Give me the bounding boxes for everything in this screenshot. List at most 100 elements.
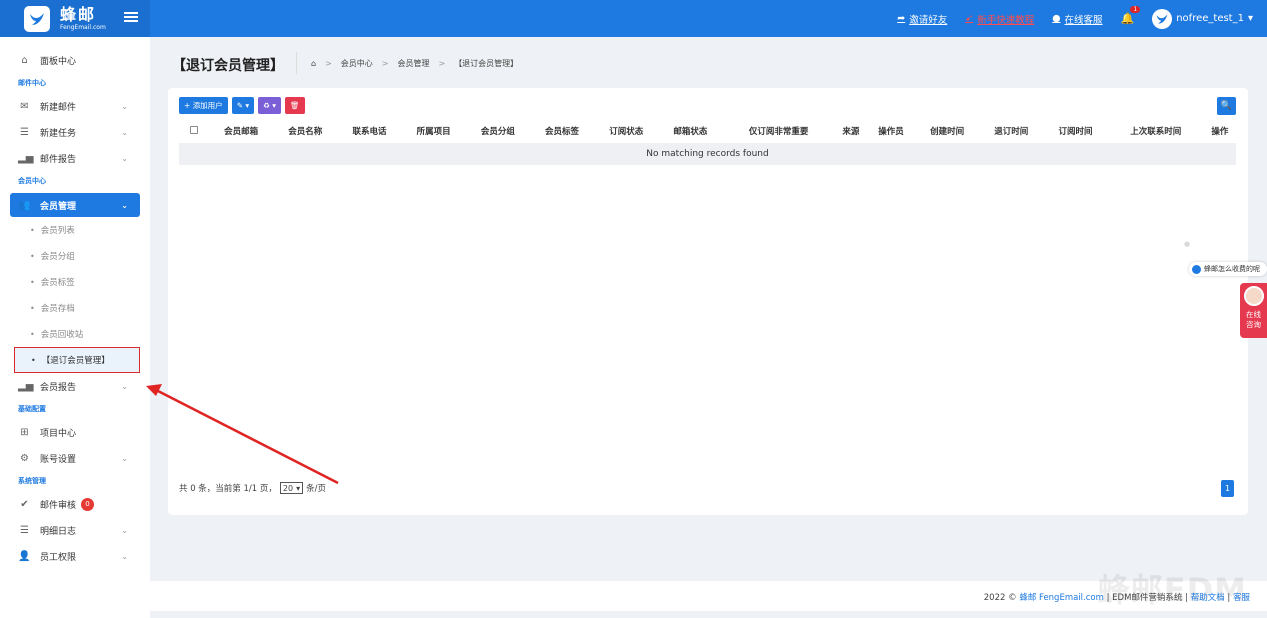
- user-menu[interactable]: nofree_test_1 ▾: [1152, 8, 1253, 29]
- search-button[interactable]: 🔍: [1217, 97, 1236, 115]
- menu-toggle-icon[interactable]: [124, 10, 138, 24]
- col-created-time[interactable]: 创建时间: [915, 119, 979, 143]
- home-icon[interactable]: ⌂: [311, 59, 316, 68]
- chevron-down-icon: ⌄: [121, 200, 128, 210]
- sidebar-item-new-task[interactable]: ☰ 新建任务 ⌄: [0, 119, 150, 145]
- search-icon: 🔍: [1220, 101, 1233, 111]
- col-last-contact[interactable]: 上次联系时间: [1108, 119, 1204, 143]
- sidebar-item-dashboard[interactable]: ⌂ 面板中心: [0, 47, 150, 73]
- footer: 蜂邮EDM 2022 © 蜂邮 FengEmail.com | EDM邮件营销系…: [150, 571, 1267, 611]
- chevron-down-icon: ⌄: [121, 525, 128, 535]
- agent-avatar: [1243, 286, 1264, 306]
- sidebar-sub-member-group[interactable]: • 会员分组: [0, 243, 150, 269]
- plus-icon: +: [184, 101, 191, 110]
- envelope-icon: ✉: [20, 100, 29, 112]
- online-consult-widget[interactable]: 在线咨询: [1240, 283, 1267, 338]
- bird-logo-icon: [24, 5, 50, 32]
- sidebar-item-member-manage[interactable]: 👥 会员管理 ⌄: [10, 193, 140, 217]
- sidebar-sub-member-archive[interactable]: • 会员存档: [0, 295, 150, 321]
- page-size-select[interactable]: 20 ▾: [279, 482, 304, 494]
- sidebar: ⌂ 面板中心 邮件中心 ✉ 新建邮件 ⌄ ☰ 新建任务 ⌄ ▂▅ 邮件报告 ⌄ 会员中心 👥 会…: [0, 37, 150, 618]
- section-mail-center: 邮件中心: [18, 79, 46, 87]
- table-toolbar: + 添加用户 ✎ ▾ ♻ ▾ 🗑: [179, 97, 305, 114]
- caret-down-icon: ▾: [296, 483, 301, 493]
- avatar: [1152, 8, 1173, 29]
- select-all-checkbox[interactable]: [179, 119, 209, 143]
- chevron-down-icon: ⌄: [121, 127, 128, 137]
- list-icon: ☰: [20, 524, 29, 536]
- edit-dropdown-button[interactable]: ✎ ▾: [231, 97, 255, 114]
- pagination-info: 共 0 条，当前第 1/1 页， 20 ▾ 条/页: [179, 482, 326, 494]
- col-email[interactable]: 会员邮箱: [209, 119, 273, 143]
- home-icon: ⌂: [21, 54, 28, 66]
- caret-down-icon: ▾: [272, 101, 277, 110]
- chart-icon: ▂▅: [18, 152, 34, 164]
- chart-icon: ▂▅: [18, 380, 34, 392]
- notification-bell-icon[interactable]: 🔔 1: [1121, 6, 1141, 25]
- sidebar-item-mail-review[interactable]: ✔ 邮件审核 0: [0, 491, 150, 517]
- breadcrumb-member-center[interactable]: 会员中心: [341, 58, 373, 69]
- chevron-down-icon: ⌄: [121, 101, 128, 111]
- help-docs-link[interactable]: 帮助文档: [1191, 593, 1225, 603]
- col-source[interactable]: 来源: [835, 119, 867, 143]
- chevron-down-icon: ⌄: [121, 551, 128, 561]
- col-important-only[interactable]: 仅订阅非常重要: [723, 119, 835, 143]
- col-name[interactable]: 会员名称: [273, 119, 337, 143]
- notification-count: 1: [1130, 6, 1141, 13]
- sidebar-sub-member-list[interactable]: • 会员列表: [0, 217, 150, 243]
- page-title: 【退订会员管理】: [172, 58, 284, 74]
- col-mailbox-status[interactable]: 邮箱状态: [658, 119, 722, 143]
- sidebar-sub-unsubscribe-manage[interactable]: • 【退订会员管理】: [14, 347, 140, 373]
- section-base-config: 基础配置: [18, 405, 46, 413]
- members-table: 会员邮箱 会员名称 联系电话 所属项目 会员分组 会员标签 订阅状态 邮箱状态 …: [179, 119, 1236, 165]
- gear-icon: ⚙: [20, 452, 29, 464]
- invite-link[interactable]: ➦ 邀请好友: [897, 12, 947, 26]
- col-project[interactable]: 所属项目: [402, 119, 466, 143]
- sidebar-item-staff-perm[interactable]: 👤 员工权限 ⌄: [0, 543, 150, 569]
- col-tag[interactable]: 会员标签: [530, 119, 594, 143]
- chevron-down-icon: ⌄: [121, 153, 128, 163]
- top-navbar: 蜂邮 FengEmail.com ➦ 邀请好友 ➹ 新手快速教程 ● 在线客服 …: [0, 0, 1267, 37]
- breadcrumb-member-manage[interactable]: 会员管理: [397, 58, 429, 69]
- col-actions: 操作: [1211, 127, 1229, 137]
- check-icon: ✔: [20, 498, 29, 510]
- users-icon: 👥: [18, 199, 31, 211]
- faq-bubble[interactable]: 蜂邮怎么收费的呢: [1189, 262, 1267, 276]
- empty-message: No matching records found: [179, 143, 1236, 165]
- page-button-1[interactable]: 1: [1221, 480, 1234, 497]
- delete-button[interactable]: 🗑: [285, 97, 305, 114]
- tutorial-link[interactable]: ➹ 新手快速教程: [965, 12, 1034, 26]
- caret-down-icon: ▾: [1247, 13, 1253, 24]
- service-link[interactable]: 客服: [1233, 593, 1250, 603]
- chat-bubble-icon: [1192, 264, 1201, 274]
- recycle-icon: ♻: [263, 101, 270, 110]
- chevron-down-icon: ⌄: [121, 453, 128, 463]
- user-group-icon: 👤: [18, 550, 31, 562]
- rocket-icon: ➹: [965, 13, 974, 24]
- add-user-button[interactable]: + 添加用户: [179, 97, 228, 114]
- sidebar-item-member-report[interactable]: ▂▅ 会员报告 ⌄: [0, 373, 150, 399]
- breadcrumb: ⌂ > 会员中心 > 会员管理 > 【退订会员管理】: [311, 58, 519, 69]
- sidebar-item-detail-log[interactable]: ☰ 明细日志 ⌄: [0, 517, 150, 543]
- user-icon: ●: [1052, 13, 1061, 24]
- recycle-dropdown-button[interactable]: ♻ ▾: [258, 97, 282, 114]
- float-ghost-text: ●: [1184, 240, 1191, 248]
- col-phone[interactable]: 联系电话: [337, 119, 401, 143]
- sidebar-item-mail-report[interactable]: ▂▅ 邮件报告 ⌄: [0, 145, 150, 171]
- sidebar-item-new-mail[interactable]: ✉ 新建邮件 ⌄: [0, 93, 150, 119]
- sitemap-icon: ⊞: [20, 426, 29, 438]
- section-member-center: 会员中心: [18, 177, 46, 185]
- sidebar-item-project-center[interactable]: ⊞ 项目中心: [0, 419, 150, 445]
- share-icon: ➦: [897, 13, 906, 24]
- review-count-badge: 0: [81, 497, 95, 511]
- col-group[interactable]: 会员分组: [466, 119, 530, 143]
- col-subscribe-time[interactable]: 订阅时间: [1043, 119, 1107, 143]
- col-unsubscribe-time[interactable]: 退订时间: [979, 119, 1043, 143]
- sidebar-sub-member-recycle[interactable]: • 会员回收站: [0, 321, 150, 347]
- sidebar-item-account-settings[interactable]: ⚙ 账号设置 ⌄: [0, 445, 150, 471]
- sidebar-sub-member-tag[interactable]: • 会员标签: [0, 269, 150, 295]
- col-operator[interactable]: 操作员: [867, 119, 915, 143]
- footer-brand-link[interactable]: 蜂邮 FengEmail.com: [1019, 593, 1104, 603]
- col-subscribe-status[interactable]: 订阅状态: [594, 119, 658, 143]
- online-support-link[interactable]: ● 在线客服: [1052, 12, 1102, 26]
